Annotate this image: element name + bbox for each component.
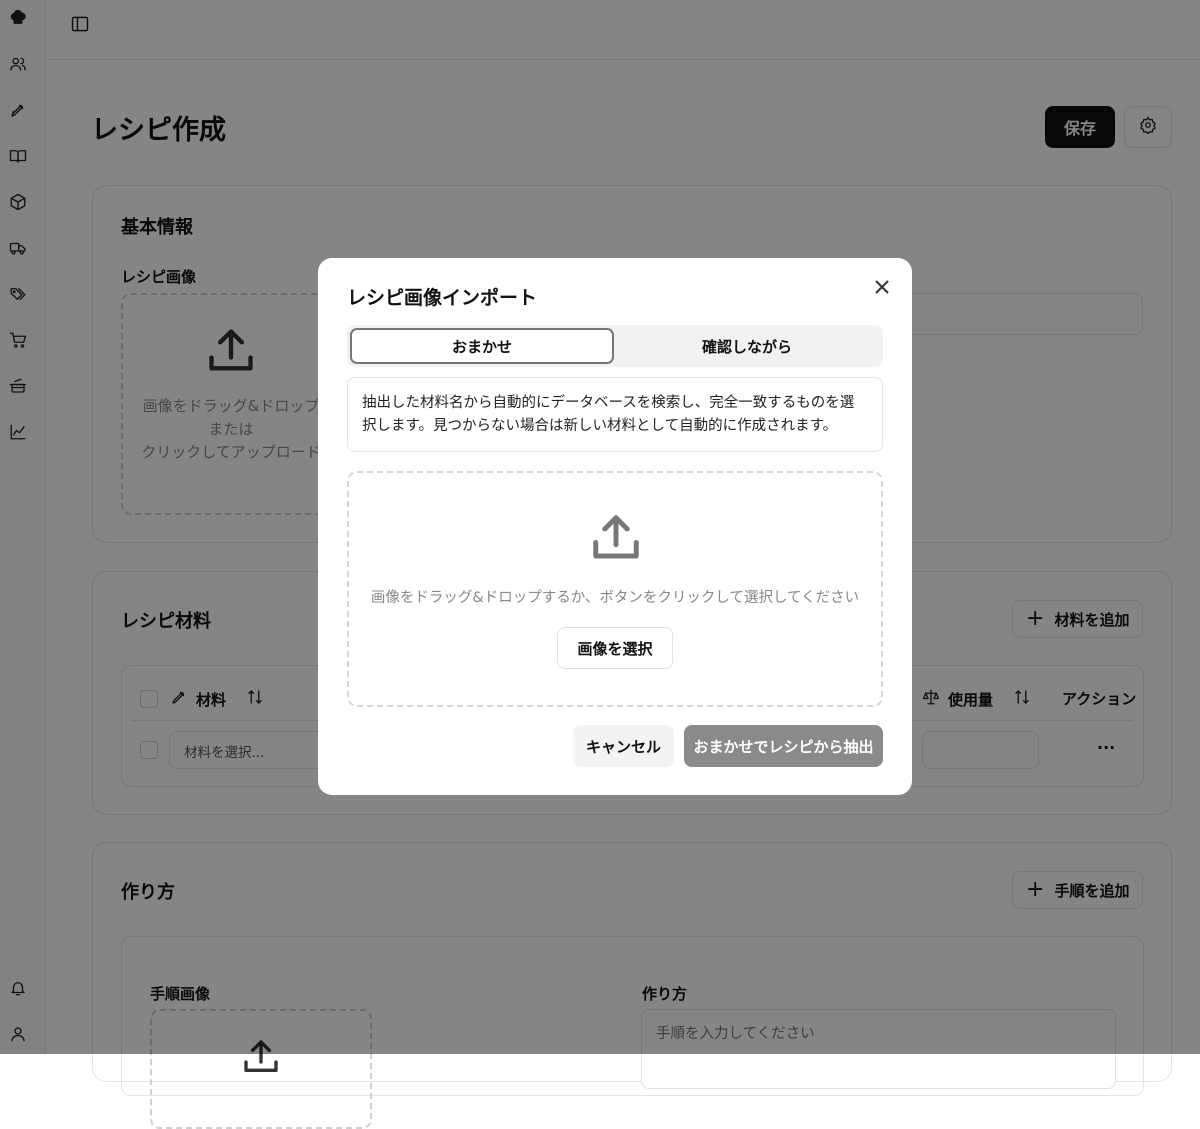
- tab-auto[interactable]: おまかせ: [350, 328, 614, 364]
- close-button[interactable]: [870, 276, 894, 300]
- mode-description: 抽出した材料名から自動的にデータベースを検索し、完全一致するものを選択します。見…: [347, 377, 883, 452]
- dropzone-instructions: 画像をドラッグ&ドロップするか、ボタンをクリックして選択してください: [370, 590, 860, 606]
- cancel-button[interactable]: キャンセル: [573, 725, 674, 767]
- select-image-button[interactable]: 画像を選択: [557, 627, 673, 669]
- tab-confirm[interactable]: 確認しながら: [615, 328, 879, 364]
- image-dropzone[interactable]: 画像をドラッグ&ドロップするか、ボタンをクリックして選択してください 画像を選択: [347, 471, 883, 707]
- modal-title: レシピ画像インポート: [347, 287, 538, 309]
- upload-icon: [589, 511, 643, 565]
- extract-button[interactable]: おまかせでレシピから抽出: [684, 725, 883, 767]
- close-icon: [875, 279, 889, 298]
- import-modal: レシピ画像インポート おまかせ 確認しながら 抽出した材料名から自動的にデータベ…: [318, 258, 912, 795]
- mode-tabs: おまかせ 確認しながら: [347, 325, 883, 367]
